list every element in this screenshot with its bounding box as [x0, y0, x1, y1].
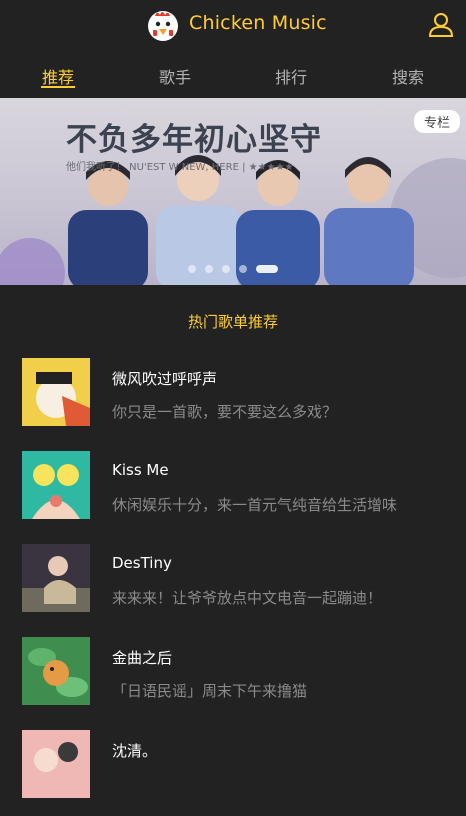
- list-item[interactable]: 微风吹过呼呼声 你只是一首歌，要不要这么多戏？: [0, 350, 466, 444]
- active-tab-indicator: [41, 86, 75, 88]
- user-icon[interactable]: [428, 11, 454, 37]
- playlist-desc: 来来来！让爷爷放点中文电音一起蹦迪！: [112, 589, 383, 607]
- tab-rank[interactable]: 排行: [261, 64, 321, 88]
- playlist-name: 金曲之后: [112, 649, 173, 667]
- nav-tabs: 推荐 歌手 排行 搜索: [0, 50, 466, 98]
- section-title: 热门歌单推荐: [187, 313, 278, 331]
- playlist-cover: [22, 358, 90, 426]
- banner-headline: 不负多年初心坚守: [66, 122, 322, 158]
- tab-search[interactable]: 搜索: [378, 64, 438, 88]
- slider-dot-active[interactable]: [256, 265, 278, 273]
- playlist-desc: 你只是一首歌，要不要这么多戏？: [112, 403, 338, 421]
- app-header: Chicken Music: [0, 0, 466, 50]
- slider-dot[interactable]: [205, 265, 213, 273]
- list-item[interactable]: 金曲之后 「日语民谣」周末下午来撸猫: [0, 629, 466, 723]
- list-item[interactable]: 沈清。: [0, 722, 466, 816]
- slider-dot[interactable]: [239, 265, 247, 273]
- list-item[interactable]: DesTiny 来来来！让爷爷放点中文电音一起蹦迪！: [0, 536, 466, 630]
- playlist-name: Kiss Me: [112, 461, 169, 479]
- banner-subtext: 他们我听了！ NU'EST W NEW, HERE | ★★★★★: [66, 162, 294, 173]
- playlist-desc: 休闲娱乐十分，来一首元气纯音给生活增味: [112, 496, 398, 514]
- slider-dots: [0, 262, 466, 274]
- app-title: Chicken Music: [189, 12, 327, 34]
- chicken-logo-icon: [148, 11, 178, 41]
- playlist-cover: [22, 637, 90, 705]
- playlist-name: 沈清。: [112, 742, 158, 760]
- slider-dot[interactable]: [222, 265, 230, 273]
- slider-dot[interactable]: [188, 265, 196, 273]
- banner-slider[interactable]: 不负多年初心坚守 他们我听了！ NU'EST W NEW, HERE | ★★★…: [0, 98, 466, 285]
- playlist-name: DesTiny: [112, 554, 172, 572]
- tab-recommend[interactable]: 推荐: [28, 64, 88, 88]
- playlist-cover: [22, 730, 90, 798]
- tab-singer[interactable]: 歌手: [145, 64, 205, 88]
- banner-tag: 专栏: [413, 110, 460, 133]
- playlist-name: 微风吹过呼呼声: [112, 370, 218, 388]
- playlist-desc: 「日语民谣」周末下午来撸猫: [112, 682, 308, 700]
- playlist-cover: [22, 544, 90, 612]
- playlist-cover: [22, 451, 90, 519]
- list-item[interactable]: Kiss Me 休闲娱乐十分，来一首元气纯音给生活增味: [0, 443, 466, 537]
